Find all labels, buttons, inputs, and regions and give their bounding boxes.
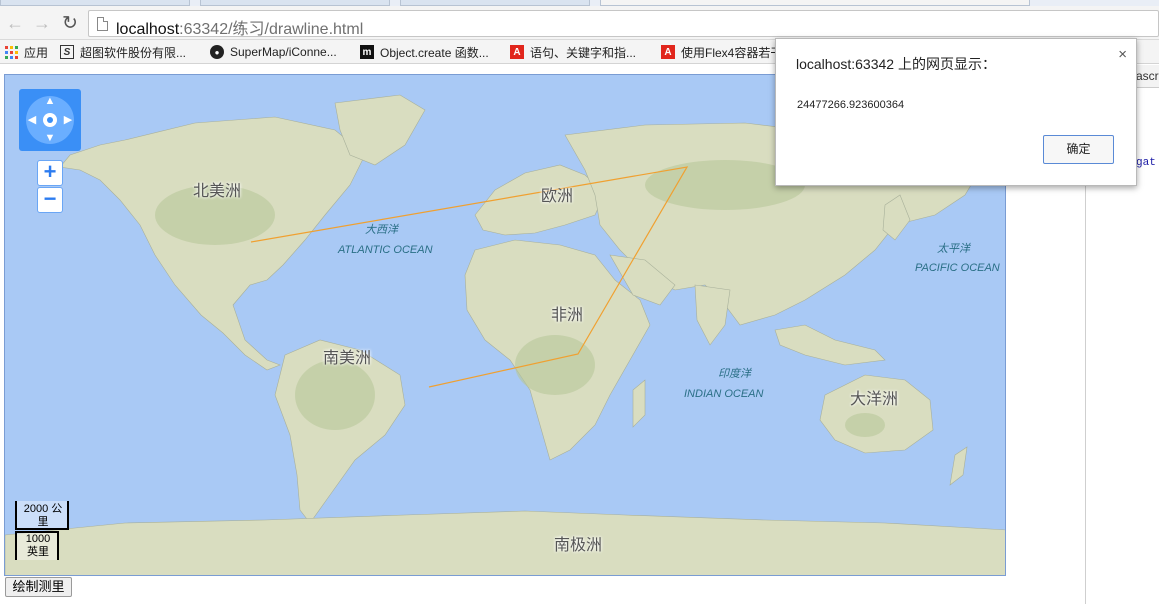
bookmark-label: 超图软件股份有限... xyxy=(80,45,187,60)
continent-label: 非洲 xyxy=(551,307,584,324)
draw-measure-button[interactable]: 绘制测里 xyxy=(5,577,72,597)
dialog-title: localhost:63342 上的网页显示： xyxy=(796,56,996,72)
adobe-icon: A xyxy=(510,45,524,59)
continent-label: 南极洲 xyxy=(554,537,603,554)
ocean-label-en: ATLANTIC OCEAN xyxy=(338,244,433,256)
dialog-message: 24477266.923600364 xyxy=(797,99,905,111)
pan-down-icon[interactable]: ▼ xyxy=(44,133,56,144)
bookmark-label: 使用Flex4容器若干 xyxy=(681,45,783,60)
close-icon[interactable]: × xyxy=(1118,46,1127,63)
url-text[interactable]: localhost:63342/练习/drawline.html xyxy=(116,15,363,39)
pan-left-icon[interactable]: ◀ xyxy=(26,115,38,126)
bookmark-statements[interactable]: A 语句、关键字和指... xyxy=(510,43,636,61)
bookmark-flex4[interactable]: A 使用Flex4容器若干 xyxy=(661,43,782,61)
bookmark-label: 应用 xyxy=(24,45,49,60)
back-arrow-icon[interactable]: ← xyxy=(4,12,26,34)
pan-control[interactable]: ▲ ▼ ◀ ▶ xyxy=(19,89,81,151)
bookmark-apps[interactable]: 应用 xyxy=(4,43,48,61)
bookmark-github[interactable]: ● SuperMap/iConne... xyxy=(210,43,337,61)
bookmark-label: SuperMap/iConne... xyxy=(230,45,337,59)
bookmark-label: 语句、关键字和指... xyxy=(530,45,637,60)
devtools-code-snippet: gat xyxy=(1136,157,1156,169)
adobe-icon: A xyxy=(661,45,675,59)
scale-imperial-label: 1000 英里 xyxy=(25,533,51,558)
pan-center-icon[interactable] xyxy=(43,113,57,127)
zoom-out-button[interactable]: − xyxy=(37,187,63,213)
forward-arrow-icon[interactable]: → xyxy=(31,12,53,34)
pan-up-icon[interactable]: ▲ xyxy=(44,96,56,107)
m-site-icon: m xyxy=(360,45,374,59)
ocean-label-zh: 大西洋 xyxy=(365,224,398,236)
zoom-in-button[interactable]: + xyxy=(37,160,63,186)
pan-right-icon[interactable]: ▶ xyxy=(62,115,74,126)
bookmark-label: Object.create 函数... xyxy=(380,45,489,60)
bookmark-object-create[interactable]: m Object.create 函数... xyxy=(360,43,489,61)
ok-button[interactable]: 确定 xyxy=(1043,135,1114,164)
continent-label: 大洋洲 xyxy=(850,391,899,408)
bookmark-supermap[interactable]: S 超图软件股份有限... xyxy=(60,43,186,61)
ocean-label-en: PACIFIC OCEAN xyxy=(915,262,1000,274)
ocean-label-zh: 印度洋 xyxy=(718,368,751,380)
page-icon xyxy=(97,17,108,31)
alert-dialog: localhost:63342 上的网页显示： × 24477266.92360… xyxy=(775,38,1137,186)
continent-label: 欧洲 xyxy=(541,188,574,205)
continent-label: 南美洲 xyxy=(323,350,372,367)
browser-toolbar: ← → ↻ localhost:63342/练习/drawline.html xyxy=(0,6,1159,40)
continent-label: 北美洲 xyxy=(193,183,242,200)
devtools-tab-label[interactable]: ascri xyxy=(1136,69,1159,83)
scale-metric-label: 2000 公里 xyxy=(23,503,63,528)
address-bar[interactable]: localhost:63342/练习/drawline.html xyxy=(88,10,1159,39)
apps-grid-icon xyxy=(4,45,18,59)
ocean-label-zh: 太平洋 xyxy=(937,243,970,255)
reload-icon[interactable]: ↻ xyxy=(59,12,81,34)
github-icon: ● xyxy=(210,45,224,59)
supermap-s-icon: S xyxy=(60,45,74,59)
ocean-label-en: INDIAN OCEAN xyxy=(684,388,764,400)
